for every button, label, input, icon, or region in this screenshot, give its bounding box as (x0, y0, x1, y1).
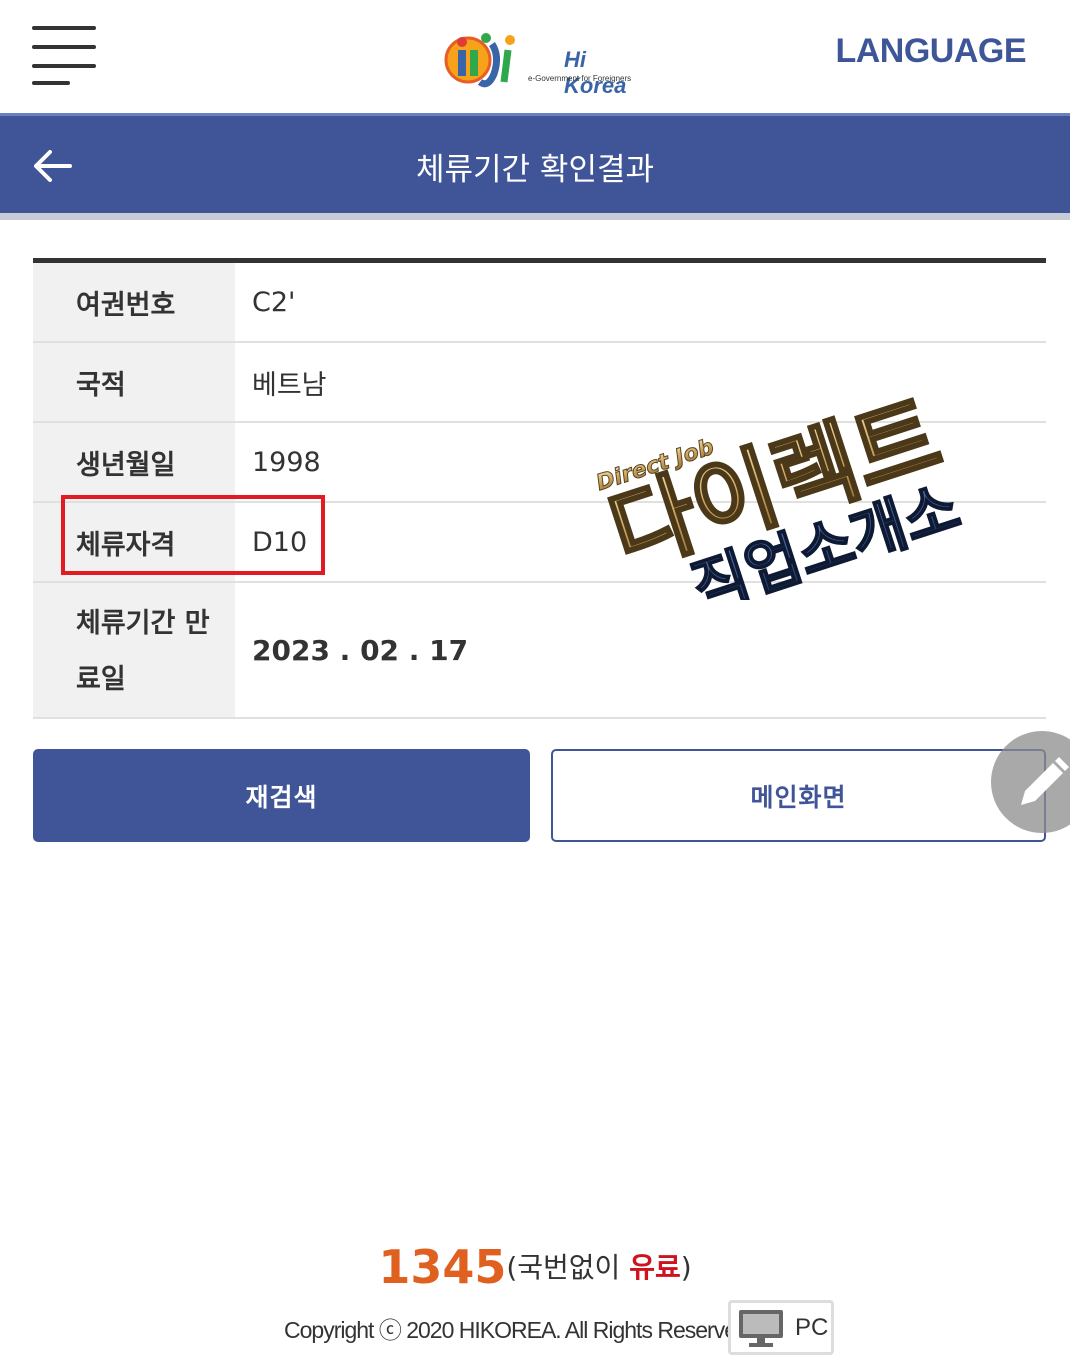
table-row-expiry: 체류기간 만 료일 2023 . 02 . 17 (33, 583, 1046, 719)
research-button[interactable]: 재검색 (33, 749, 530, 842)
visa-status-value: D10 (252, 526, 308, 558)
expiry-value: 2023 . 02 . 17 (252, 633, 469, 667)
top-header: Hi Korea e-Government for Foreigners LAN… (0, 0, 1070, 113)
passport-value: C2' (252, 286, 296, 318)
helpline-number[interactable]: 1345 (378, 1240, 506, 1294)
logo-subtitle: e-Government for Foreigners (528, 74, 632, 83)
hikorea-logo[interactable]: Hi Korea e-Government for Foreigners (444, 26, 644, 98)
helpline-suffix: ) (680, 1251, 692, 1284)
page-title: 체류기간 확인결과 (415, 152, 654, 188)
birthdate-label: 생년월일 (33, 423, 235, 501)
menu-icon[interactable] (32, 26, 96, 86)
expiry-label-line2: 료일 (76, 664, 126, 695)
birthdate-value: 1998 (252, 446, 321, 478)
table-row-visa-status: 체류자격 D10 (33, 503, 1046, 583)
visa-status-label: 체류자격 (33, 503, 235, 581)
pc-version-button[interactable]: PC (728, 1300, 834, 1355)
logo-text: Hi Korea (564, 47, 627, 98)
passport-label: 여권번호 (33, 263, 235, 341)
nationality-label: 국적 (33, 343, 235, 421)
main-page-button[interactable]: 메인화면 (551, 749, 1046, 842)
expiry-label: 체류기간 만 료일 (33, 583, 235, 717)
copyright-text: Copyright ⓒ 2020 HIKOREA. All Rights Res… (284, 1317, 754, 1343)
titlebar-divider (0, 213, 1070, 220)
page-titlebar: 체류기간 확인결과 (0, 113, 1070, 216)
helpline-paid-label: 유료 (629, 1251, 681, 1284)
expiry-label-line1: 체류기간 만 (76, 608, 210, 639)
language-button[interactable]: LANGUAGE (835, 32, 1026, 71)
pc-label: PC (795, 1313, 829, 1341)
helpline-info: 1345(국번없이 유료) (0, 1240, 1070, 1294)
edit-pencil-icon[interactable] (991, 731, 1070, 833)
stay-info-table: 여권번호 C2' 국적 베트남 생년월일 1998 체류자격 D10 체류기간 … (33, 258, 1046, 719)
monitor-icon (739, 1309, 783, 1347)
table-row-passport: 여권번호 C2' (33, 263, 1046, 343)
helpline-prefix: (국번없이 (506, 1251, 630, 1284)
nationality-value: 베트남 (252, 369, 327, 401)
table-row-birthdate: 생년월일 1998 (33, 423, 1046, 503)
table-row-nationality: 국적 베트남 (33, 343, 1046, 423)
